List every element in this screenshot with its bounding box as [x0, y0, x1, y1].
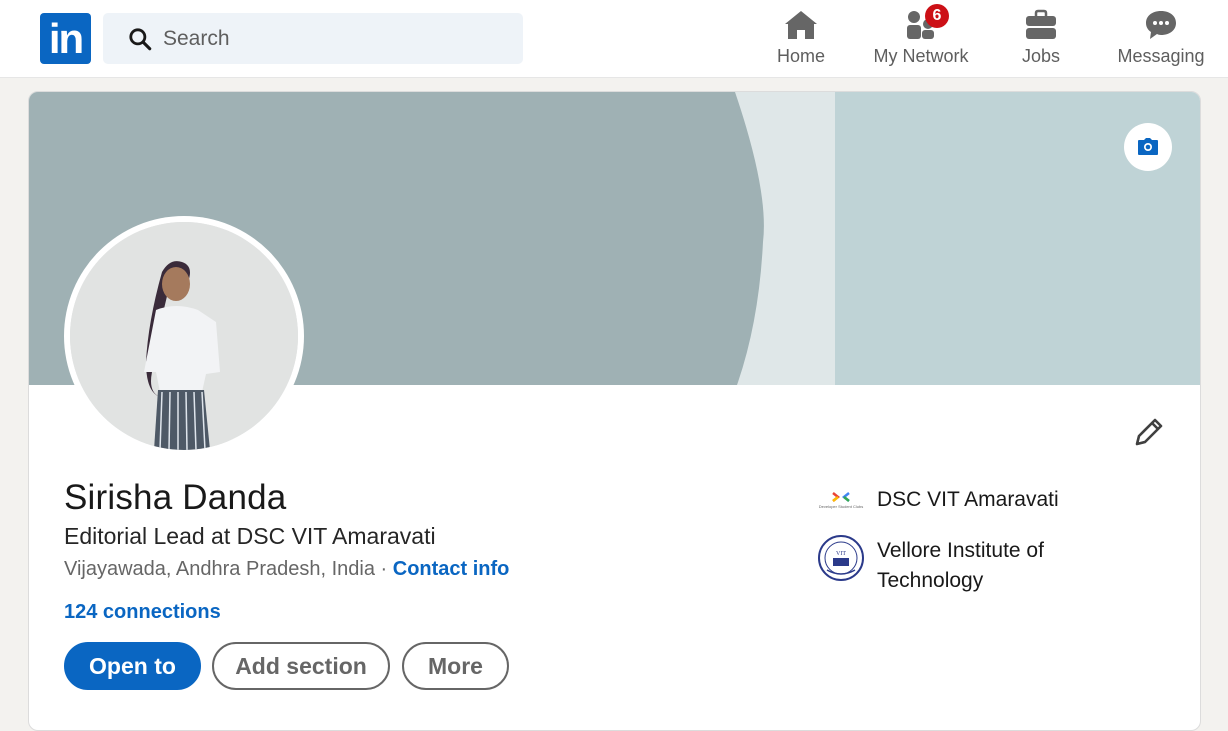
- search-box[interactable]: [103, 13, 523, 64]
- svg-text:VIT: VIT: [836, 551, 846, 557]
- profile-location: Vijayawada, Andhra Pradesh, India: [64, 558, 375, 580]
- nav-jobs-label: Jobs: [1021, 46, 1061, 66]
- vit-seal-logo: VIT: [818, 535, 864, 581]
- nav-my-network-label: My Network: [873, 46, 969, 66]
- open-to-button[interactable]: Open to: [64, 642, 201, 690]
- top-navigation-bar: in Home 6 My Network Jobs: [0, 0, 1228, 78]
- linkedin-logo-icon[interactable]: in: [40, 13, 91, 64]
- contact-info-link[interactable]: Contact info: [393, 558, 510, 580]
- add-section-button[interactable]: Add section: [212, 642, 390, 690]
- org-name-vit-line2: Technology: [877, 569, 984, 592]
- svg-text:Developer Student Clubs: Developer Student Clubs: [819, 504, 863, 509]
- more-button[interactable]: More: [402, 642, 509, 690]
- profile-name: Sirisha Danda: [64, 478, 287, 517]
- nav-jobs[interactable]: Jobs: [981, 0, 1101, 78]
- search-input[interactable]: [163, 13, 503, 64]
- separator-dot: ·: [374, 558, 393, 580]
- org-name-vit-line1: Vellore Institute of: [877, 539, 1044, 562]
- nav-home[interactable]: Home: [741, 0, 861, 78]
- location-line: Vijayawada, Andhra Pradesh, India · Cont…: [64, 558, 509, 581]
- nav-my-network[interactable]: 6 My Network: [861, 0, 981, 78]
- profile-photo[interactable]: [64, 216, 304, 456]
- home-icon: [785, 11, 817, 39]
- profile-photo-image: [70, 222, 298, 450]
- dsc-logo: Developer Student Clubs: [819, 492, 863, 509]
- edit-banner-button[interactable]: [1124, 123, 1172, 171]
- nav-messaging[interactable]: Messaging: [1101, 0, 1221, 78]
- org-name-dsc: DSC VIT Amaravati: [877, 488, 1059, 511]
- messaging-icon: [1146, 11, 1176, 39]
- org-dsc-vit-amaravati[interactable]: Developer Student Clubs DSC VIT Amaravat…: [817, 477, 1117, 525]
- briefcase-icon: [1026, 9, 1056, 39]
- search-icon: [129, 28, 152, 51]
- edit-intro-pencil-icon[interactable]: [1129, 414, 1167, 452]
- org-vellore-institute-of-technology[interactable]: VIT Vellore Institute of Technology: [817, 534, 1117, 598]
- profile-headline: Editorial Lead at DSC VIT Amaravati: [64, 523, 436, 549]
- profile-card: Sirisha Danda Editorial Lead at DSC VIT …: [28, 91, 1201, 731]
- notification-badge: 6: [925, 4, 949, 28]
- camera-icon: [1138, 138, 1158, 155]
- connections-link[interactable]: 124 connections: [64, 601, 221, 624]
- nav-home-label: Home: [776, 46, 825, 66]
- nav-messaging-label: Messaging: [1117, 46, 1205, 66]
